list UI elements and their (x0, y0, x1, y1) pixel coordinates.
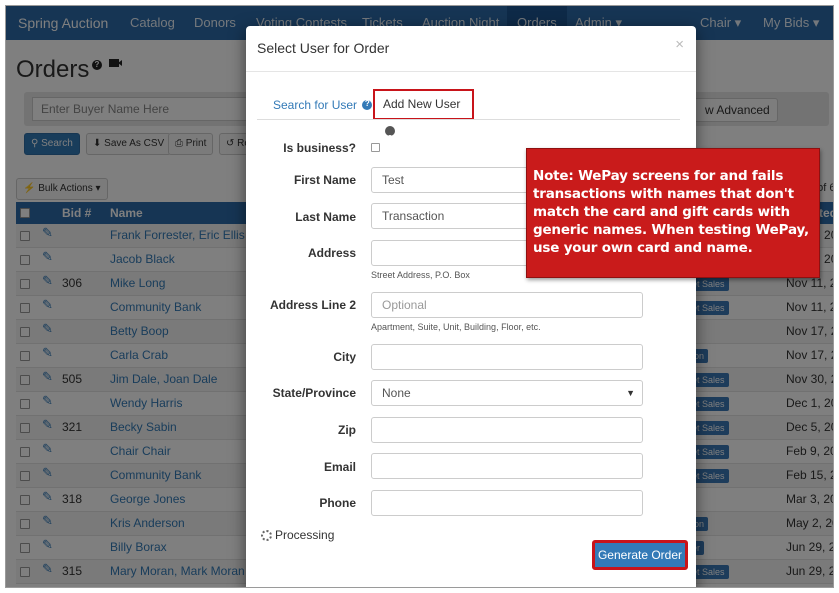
wepay-note-callout: Note: WePay screens for and fails transa… (526, 148, 820, 278)
zip-label: Zip (338, 423, 356, 437)
address2-help-text: Apartment, Suite, Unit, Building, Floor,… (371, 322, 541, 332)
tab-add-new-user[interactable]: Add New User (373, 89, 474, 152)
close-icon[interactable]: × (675, 36, 684, 53)
generate-order-button[interactable]: Generate Order (592, 540, 688, 570)
tab-divider (257, 119, 680, 120)
state-select-value: None (382, 386, 411, 400)
first-name-label: First Name (293, 173, 356, 187)
zip-input[interactable] (371, 417, 643, 443)
tab-add-label: Add New User (383, 97, 461, 111)
address-label: Address (307, 246, 356, 260)
phone-label: Phone (319, 496, 356, 510)
modal-header: Select User for Order × (246, 26, 696, 72)
state-label: State/Province (272, 386, 356, 400)
modal-title: Select User for Order (257, 40, 390, 56)
help-icon[interactable] (362, 99, 373, 110)
city-input[interactable] (371, 344, 643, 370)
tab-search-label: Search for User (273, 98, 358, 112)
address2-label: Address Line 2 (269, 298, 356, 312)
tab-search-for-user[interactable]: Search for User (273, 98, 373, 112)
state-select[interactable]: None ▼ (371, 380, 643, 406)
address-help-text: Street Address, P.O. Box (371, 270, 470, 280)
is-business-label: Is business? (283, 141, 356, 155)
app-window: Spring Auction Catalog Donors Voting Con… (5, 5, 834, 588)
spinner-icon (261, 530, 272, 541)
is-business-checkbox[interactable] (371, 143, 380, 152)
processing-indicator: Processing (261, 528, 334, 542)
city-label: City (333, 350, 356, 364)
last-name-label: Last Name (295, 210, 356, 224)
processing-label: Processing (275, 528, 335, 542)
phone-input[interactable] (371, 490, 643, 516)
email-label: Email (323, 460, 356, 474)
email-input[interactable] (371, 453, 643, 479)
caret-down-icon: ▼ (626, 388, 635, 398)
address2-input[interactable]: Optional (371, 292, 643, 318)
select-user-modal: Select User for Order × Search for User … (246, 26, 696, 587)
help-icon[interactable] (385, 125, 395, 152)
